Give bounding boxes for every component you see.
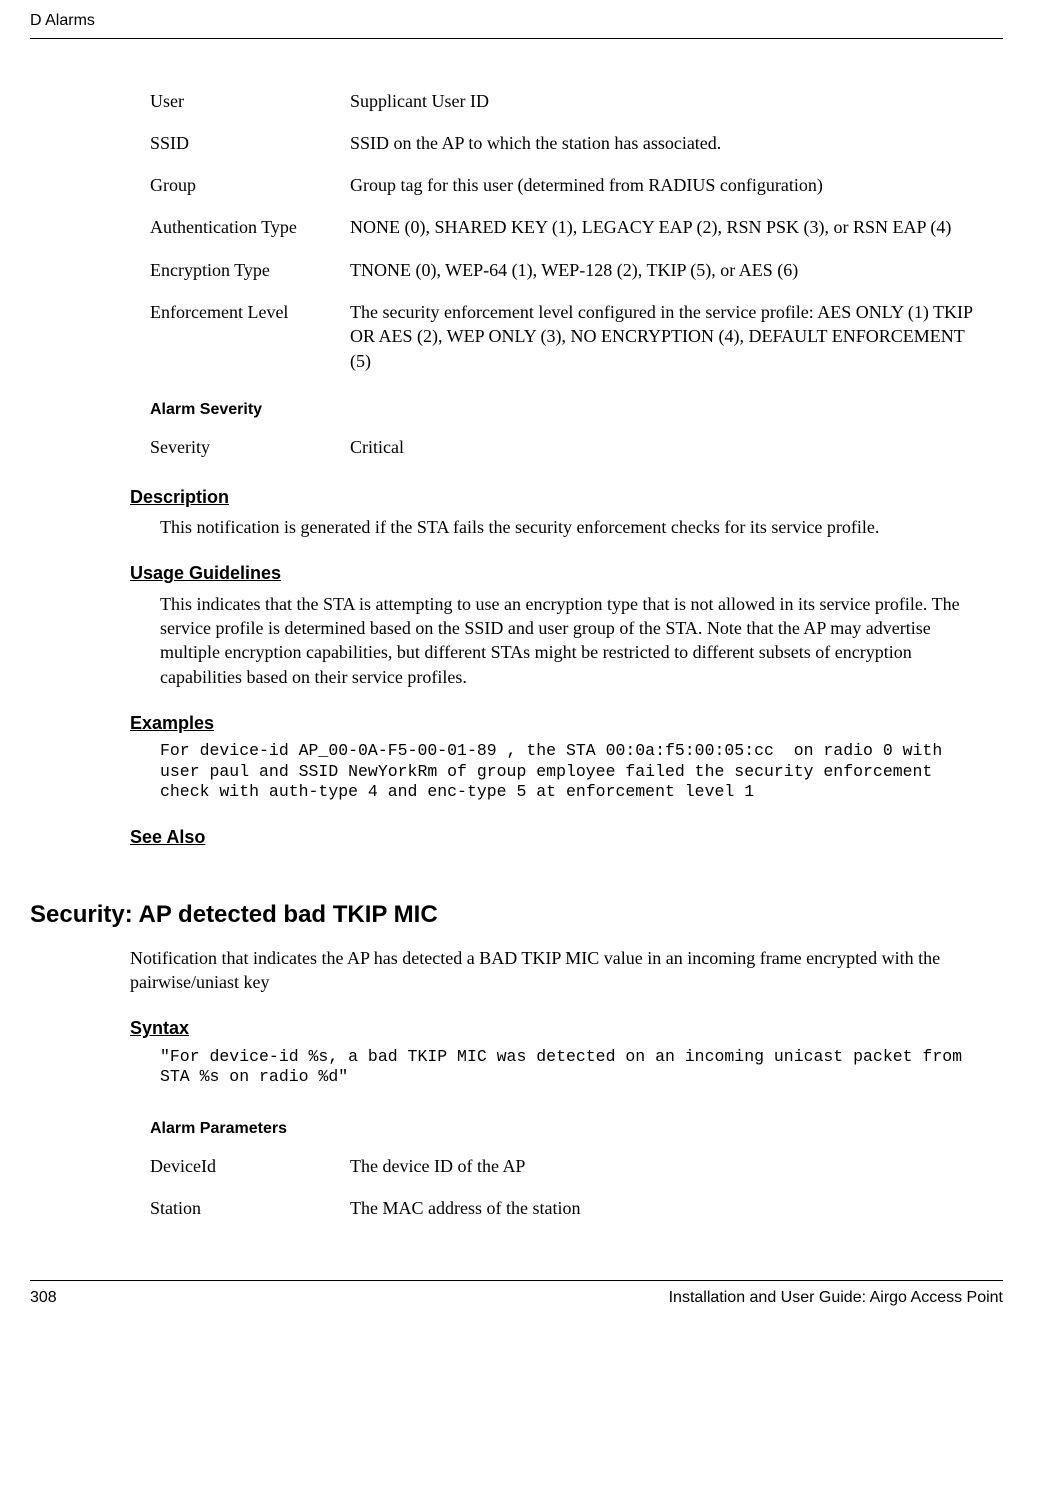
param-key: SSID <box>150 131 350 155</box>
section-title-security-tkip: Security: AP detected bad TKIP MIC <box>30 899 1003 931</box>
description-text: This notification is generated if the ST… <box>160 515 983 539</box>
param-key: Encryption Type <box>150 258 350 282</box>
param-key: DeviceId <box>150 1154 350 1178</box>
param-key: Severity <box>150 435 350 459</box>
param-val: The MAC address of the station <box>350 1196 973 1220</box>
examples-heading: Examples <box>130 711 1003 735</box>
param-val: The security enforcement level configure… <box>350 300 973 373</box>
param-key: User <box>150 89 350 113</box>
syntax-code: "For device-id %s, a bad TKIP MIC was de… <box>160 1047 983 1088</box>
param-key: Station <box>150 1196 350 1220</box>
section2-intro: Notification that indicates the AP has d… <box>130 946 983 995</box>
seealso-heading: See Also <box>130 825 1003 849</box>
alarm-severity-heading: Alarm Severity <box>150 399 1003 421</box>
param-val: Supplicant User ID <box>350 89 973 113</box>
description-heading: Description <box>130 485 1003 509</box>
examples-code: For device-id AP_00-0A-F5-00-01-89 , the… <box>160 741 983 803</box>
table-row: Encryption Type TNONE (0), WEP-64 (1), W… <box>150 258 973 282</box>
param-val: SSID on the AP to which the station has … <box>350 131 973 155</box>
param-val: NONE (0), SHARED KEY (1), LEGACY EAP (2)… <box>350 215 973 239</box>
param-val: Critical <box>350 435 973 459</box>
param-key: Enforcement Level <box>150 300 350 373</box>
footer-page-number: 308 <box>30 1287 57 1309</box>
usage-text: This indicates that the STA is attemptin… <box>160 592 983 689</box>
param-val: TNONE (0), WEP-64 (1), WEP-128 (2), TKIP… <box>350 258 973 282</box>
table-row: User Supplicant User ID <box>150 89 973 113</box>
table-row: Station The MAC address of the station <box>150 1196 973 1220</box>
table-row: DeviceId The device ID of the AP <box>150 1154 973 1178</box>
table-row: SSID SSID on the AP to which the station… <box>150 131 973 155</box>
usage-heading: Usage Guidelines <box>130 561 1003 585</box>
param-key: Group <box>150 173 350 197</box>
alarm-severity-table: Severity Critical <box>150 435 973 459</box>
alarm-parameters-heading: Alarm Parameters <box>150 1118 1003 1140</box>
table-row: Authentication Type NONE (0), SHARED KEY… <box>150 215 973 239</box>
alarm-params-table-1: User Supplicant User ID SSID SSID on the… <box>150 89 973 373</box>
table-row: Enforcement Level The security enforceme… <box>150 300 973 373</box>
param-key: Authentication Type <box>150 215 350 239</box>
alarm-params-table-2: DeviceId The device ID of the AP Station… <box>150 1154 973 1221</box>
footer-title: Installation and User Guide: Airgo Acces… <box>669 1287 1003 1309</box>
table-row: Severity Critical <box>150 435 973 459</box>
table-row: Group Group tag for this user (determine… <box>150 173 973 197</box>
page-footer: 308 Installation and User Guide: Airgo A… <box>30 1280 1003 1309</box>
param-val: The device ID of the AP <box>350 1154 973 1178</box>
page-header: D Alarms <box>30 10 1003 39</box>
param-val: Group tag for this user (determined from… <box>350 173 973 197</box>
syntax-heading: Syntax <box>130 1016 1003 1040</box>
header-left: D Alarms <box>30 10 95 32</box>
